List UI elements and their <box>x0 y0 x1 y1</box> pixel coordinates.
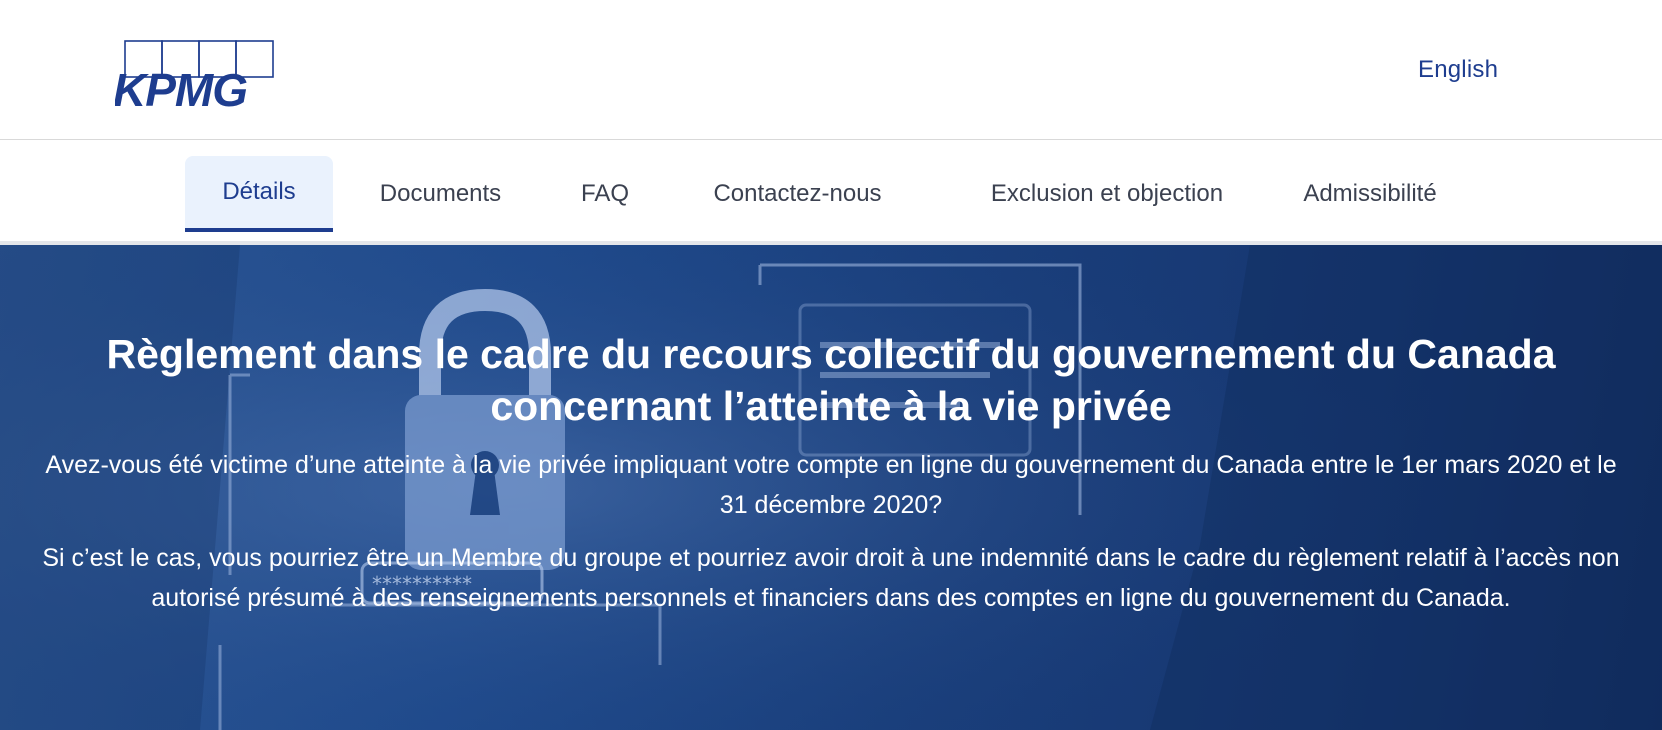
hero-description: Si c’est le cas, vous pourriez être un M… <box>42 544 1620 612</box>
tab-exclusion-objection[interactable]: Exclusion et objection <box>957 156 1257 232</box>
tab-contact[interactable]: Contactez-nous <box>695 156 900 232</box>
site-header: KPMG English <box>0 0 1662 140</box>
tab-faq[interactable]: FAQ <box>570 156 640 232</box>
tab-documents[interactable]: Documents <box>358 156 523 232</box>
tab-eligibility[interactable]: Admissibilité <box>1285 156 1455 232</box>
kpmg-logo[interactable]: KPMG <box>115 40 287 112</box>
hero-question: Avez-vous été victime d’une atteinte à l… <box>45 451 1617 519</box>
tab-details[interactable]: Détails <box>185 156 333 232</box>
tab-navigation: Détails Documents FAQ Contactez-nous Exc… <box>0 141 1662 245</box>
page-title: Règlement dans le cadre du recours colle… <box>106 331 1556 429</box>
svg-text:KPMG: KPMG <box>115 64 247 112</box>
hero-banner: ********** Règlement dans le cadre du re… <box>0 245 1662 730</box>
language-toggle-link[interactable]: English <box>1418 56 1498 84</box>
